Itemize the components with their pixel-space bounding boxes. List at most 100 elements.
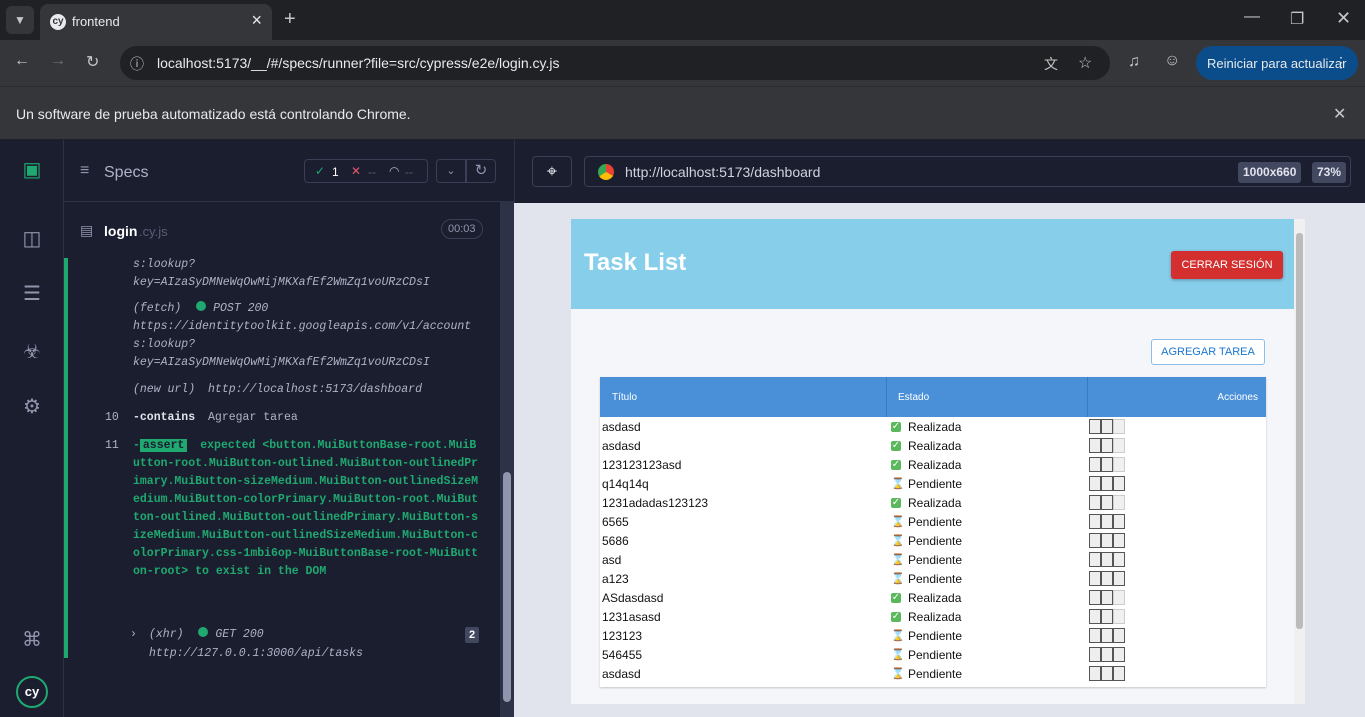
aut-url-bar[interactable]: http://localhost:5173/dashboard 1000x660… — [584, 156, 1351, 187]
delete-button[interactable] — [1113, 438, 1125, 453]
profile-icon[interactable]: ☺ — [1164, 52, 1180, 70]
delete-button[interactable] — [1113, 457, 1125, 472]
project-icon[interactable]: ▣ — [20, 158, 44, 182]
file-icon: ▤ — [80, 222, 94, 238]
toggle-button[interactable] — [1101, 419, 1113, 434]
fetch-entry[interactable]: (fetch) POST 200 — [133, 300, 483, 318]
toggle-button[interactable] — [1101, 514, 1113, 529]
bookmark-star-icon[interactable]: ☆ — [1078, 53, 1092, 73]
toggle-button[interactable] — [1101, 647, 1113, 662]
site-info-icon[interactable]: ⓘ — [130, 54, 144, 74]
table-row: 546455 ⌛ Pendiente — [600, 645, 1266, 664]
edit-button[interactable] — [1089, 647, 1101, 662]
contains-command[interactable]: -contains Agregar tarea — [133, 409, 483, 427]
specs-label[interactable]: Specs — [104, 164, 148, 182]
delete-button[interactable] — [1113, 666, 1125, 681]
specs-toggle-icon[interactable]: ≡ — [80, 162, 89, 180]
logout-button[interactable]: CERRAR SESIÓN — [1171, 251, 1283, 279]
toggle-button[interactable] — [1101, 495, 1113, 510]
minimize-icon[interactable]: — — [1244, 8, 1260, 26]
toggle-button[interactable] — [1101, 438, 1113, 453]
update-button[interactable]: Reiniciar para actualizar ⋮ — [1196, 46, 1358, 80]
delete-button[interactable] — [1113, 609, 1125, 624]
delete-button[interactable] — [1113, 514, 1125, 529]
delete-button[interactable] — [1113, 533, 1125, 548]
task-status: Realizada — [908, 420, 962, 434]
zoom-badge[interactable]: 73% — [1312, 162, 1347, 183]
col-status: Estado — [898, 392, 930, 403]
delete-button[interactable] — [1113, 419, 1125, 434]
expand-chevron-icon[interactable]: › — [130, 626, 137, 644]
keyboard-shortcuts-icon[interactable]: ⌘ — [20, 628, 44, 652]
failed-x-icon: ✕ — [351, 164, 362, 178]
xhr-entry[interactable]: (xhr) GET 200 — [149, 626, 499, 644]
task-status: Realizada — [908, 591, 962, 605]
scrollbar-thumb[interactable] — [503, 472, 511, 702]
edit-button[interactable] — [1089, 533, 1101, 548]
forward-icon[interactable]: → — [50, 52, 66, 70]
rerun-button[interactable]: ↻ — [466, 159, 496, 183]
infobar-close-icon[interactable]: ✕ — [1333, 104, 1346, 124]
app-scrollbar[interactable] — [1294, 219, 1305, 704]
browser-tab[interactable]: cy frontend × — [40, 4, 272, 40]
reporter-scrollbar[interactable] — [500, 202, 514, 717]
app-scrollbar-thumb[interactable] — [1296, 233, 1303, 629]
selector-playground-button[interactable]: ⌖ — [532, 156, 572, 187]
delete-button[interactable] — [1113, 590, 1125, 605]
task-status: Pendiente — [908, 534, 963, 548]
toggle-button[interactable] — [1101, 552, 1113, 567]
delete-button[interactable] — [1113, 476, 1125, 491]
new-tab-icon[interactable]: + — [284, 8, 296, 31]
assert-command[interactable]: - assert expected <button.MuiButtonBase-r… — [133, 437, 481, 581]
edit-button[interactable] — [1089, 457, 1101, 472]
delete-button[interactable] — [1113, 495, 1125, 510]
settings-gear-icon[interactable]: ⚙ — [20, 395, 44, 419]
edit-button[interactable] — [1089, 552, 1101, 567]
cypress-logo-icon[interactable]: cy — [16, 676, 48, 708]
edit-button[interactable] — [1089, 495, 1101, 510]
edit-button[interactable] — [1089, 438, 1101, 453]
table-row: 123123 ⌛ Pendiente — [600, 626, 1266, 645]
edit-button[interactable] — [1089, 571, 1101, 586]
delete-button[interactable] — [1113, 628, 1125, 643]
media-icon[interactable]: ♫ — [1128, 53, 1140, 71]
col-actions: Acciones — [1217, 392, 1258, 403]
close-window-icon[interactable]: ✕ — [1336, 8, 1351, 29]
reload-icon[interactable]: ↻ — [86, 52, 99, 72]
specs-list-icon[interactable]: ☰ — [20, 282, 44, 306]
maximize-icon[interactable]: ❐ — [1290, 9, 1304, 29]
runs-icon[interactable]: ◫ — [20, 227, 44, 251]
toggle-button[interactable] — [1101, 590, 1113, 605]
kebab-menu-icon[interactable]: ⋮ — [1334, 54, 1348, 71]
edit-button[interactable] — [1089, 419, 1101, 434]
toggle-button[interactable] — [1101, 476, 1113, 491]
close-tab-icon[interactable]: × — [251, 10, 262, 31]
edit-button[interactable] — [1089, 476, 1101, 491]
edit-button[interactable] — [1089, 666, 1101, 681]
url-field[interactable]: ⓘ localhost:5173/__/#/specs/runner?file=… — [120, 46, 1110, 80]
newurl-entry[interactable]: (new url) http://localhost:5173/dashboar… — [133, 381, 483, 399]
toggle-button[interactable] — [1101, 533, 1113, 548]
toggle-button[interactable] — [1101, 571, 1113, 586]
edit-button[interactable] — [1089, 514, 1101, 529]
viewport-badge[interactable]: 1000x660 — [1238, 162, 1302, 183]
debug-bug-icon[interactable]: ☣ — [20, 340, 44, 364]
edit-button[interactable] — [1089, 590, 1101, 605]
toggle-button[interactable] — [1101, 457, 1113, 472]
table-row: 1231asasd ✓ Realizada — [600, 607, 1266, 626]
toggle-button[interactable] — [1101, 666, 1113, 681]
translate-icon[interactable]: 文 — [1044, 54, 1058, 74]
toggle-button[interactable] — [1101, 628, 1113, 643]
tab-list-icon[interactable]: ▼ — [6, 6, 34, 34]
collapse-button[interactable]: ⌄ — [436, 159, 466, 183]
delete-button[interactable] — [1113, 647, 1125, 662]
toggle-button[interactable] — [1101, 609, 1113, 624]
action-buttons — [1089, 590, 1125, 605]
app-under-test: Task List CERRAR SESIÓN AGREGAR TAREA Tí… — [514, 203, 1365, 717]
delete-button[interactable] — [1113, 552, 1125, 567]
delete-button[interactable] — [1113, 571, 1125, 586]
add-task-button[interactable]: AGREGAR TAREA — [1151, 339, 1265, 365]
back-icon[interactable]: ← — [14, 52, 30, 70]
edit-button[interactable] — [1089, 609, 1101, 624]
edit-button[interactable] — [1089, 628, 1101, 643]
